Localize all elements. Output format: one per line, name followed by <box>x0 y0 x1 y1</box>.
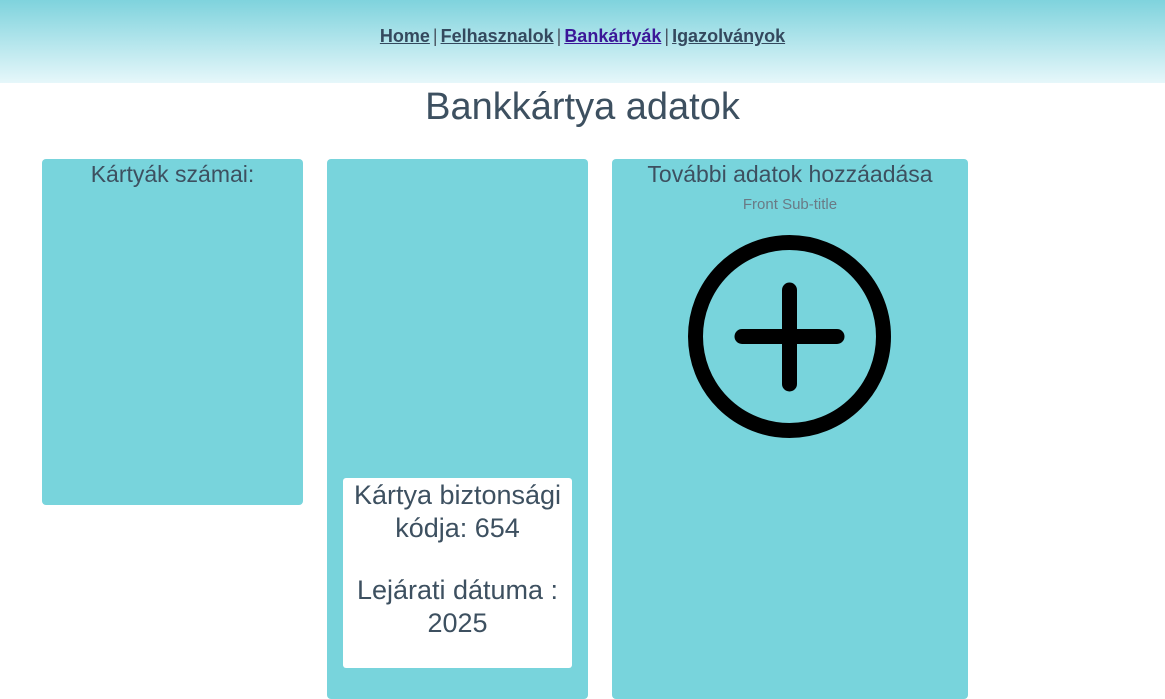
nav-separator: | <box>432 26 438 46</box>
nav-link-home[interactable]: Home <box>380 26 430 46</box>
nav-separator: | <box>664 26 670 46</box>
nav-link-bankkartyak[interactable]: Bankártyák <box>564 26 661 46</box>
security-code-text: Kártya biztonsági kódja: 654 <box>353 480 562 543</box>
nav-link-felhasznalok[interactable]: Felhasznalok <box>441 26 554 46</box>
nav-link-igazolvanyok[interactable]: Igazolványok <box>672 26 785 46</box>
add-data-title: További adatok hozzáadása <box>647 161 933 187</box>
card-info-box: Kártya biztonsági kódja: 654 Lejárati dá… <box>343 478 572 668</box>
main-nav: Home | Felhasznalok | Bankártyák | Igazolványo… <box>0 26 1165 47</box>
card-numbers-panel: Kártyák számai: <box>42 159 303 505</box>
expiry-date-text: Lejárati dátuma : 2025 <box>356 575 559 638</box>
top-nav-bar: Home | Felhasznalok | Bankártyák | Igazolványo… <box>0 0 1165 83</box>
card-details-panel: Kártya biztonsági kódja: 654 Lejárati dá… <box>327 159 588 699</box>
page-title: Bankkártya adatok <box>425 86 740 128</box>
add-data-subtitle: Front Sub-title <box>742 196 838 213</box>
add-data-panel: További adatok hozzáadása Front Sub-titl… <box>612 159 968 699</box>
plus-circle-icon[interactable] <box>687 234 892 439</box>
nav-separator: | <box>556 26 562 46</box>
card-numbers-title: Kártyák számai: <box>90 161 255 187</box>
